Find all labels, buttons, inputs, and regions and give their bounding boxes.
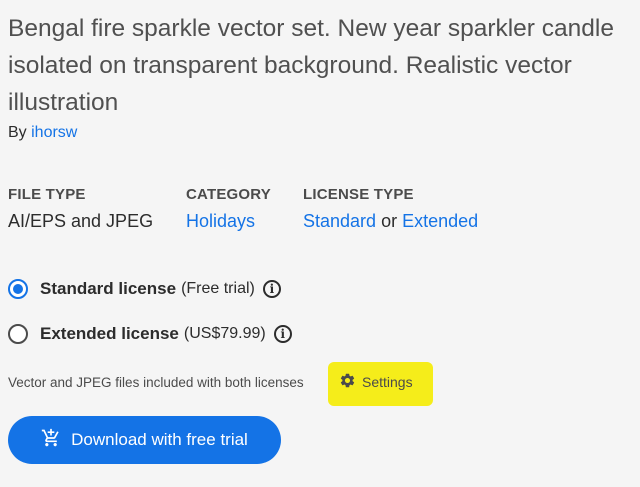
file-type-label: FILE TYPE (8, 186, 86, 203)
license-type-section: LICENSE TYPE Standard or Extended (303, 186, 478, 232)
license-type-label: LICENSE TYPE (303, 186, 414, 203)
extended-license-detail: (US$79.99) (183, 325, 266, 342)
cart-add-icon (41, 428, 71, 453)
extended-license-radio[interactable] (8, 324, 28, 344)
info-icon[interactable]: i (262, 280, 281, 298)
extended-license-link[interactable]: Extended (402, 211, 478, 231)
download-label: Download with free trial (71, 430, 248, 449)
file-type-value: AI/EPS and JPEG (8, 211, 154, 231)
category-section: CATEGORY Holidays (186, 186, 271, 232)
by-prefix: By (8, 124, 27, 141)
standard-license-option[interactable]: Standard license (Free trial) i (8, 279, 281, 299)
license-note: Vector and JPEG files included with both… (8, 375, 304, 390)
standard-license-label: Standard license (40, 279, 177, 298)
extended-license-option[interactable]: Extended license (US$79.99) i (8, 324, 292, 344)
license-or-text: or (381, 211, 398, 231)
download-free-trial-button[interactable]: Download with free trial (8, 416, 281, 464)
info-icon[interactable]: i (273, 325, 292, 343)
standard-license-detail: (Free trial) (181, 280, 255, 297)
settings-label: Settings (362, 374, 413, 390)
category-section-value: Holidays (186, 211, 271, 232)
standard-license-link[interactable]: Standard (303, 211, 376, 231)
category-link[interactable]: Holidays (186, 211, 255, 231)
settings-button[interactable]: Settings (339, 372, 413, 392)
category-label: CATEGORY (186, 186, 271, 203)
author-link[interactable]: ihorsw (31, 124, 77, 141)
asset-title: Bengal fire sparkle vector set. New year… (8, 15, 614, 116)
author-byline: By ihorsw (8, 124, 77, 142)
file-type-section: FILE TYPE AI/EPS and JPEG (8, 186, 153, 232)
gear-icon (339, 372, 362, 392)
standard-license-radio[interactable] (8, 279, 28, 299)
license-type-value: Standard or Extended (303, 211, 478, 232)
extended-license-label: Extended license (40, 324, 179, 343)
